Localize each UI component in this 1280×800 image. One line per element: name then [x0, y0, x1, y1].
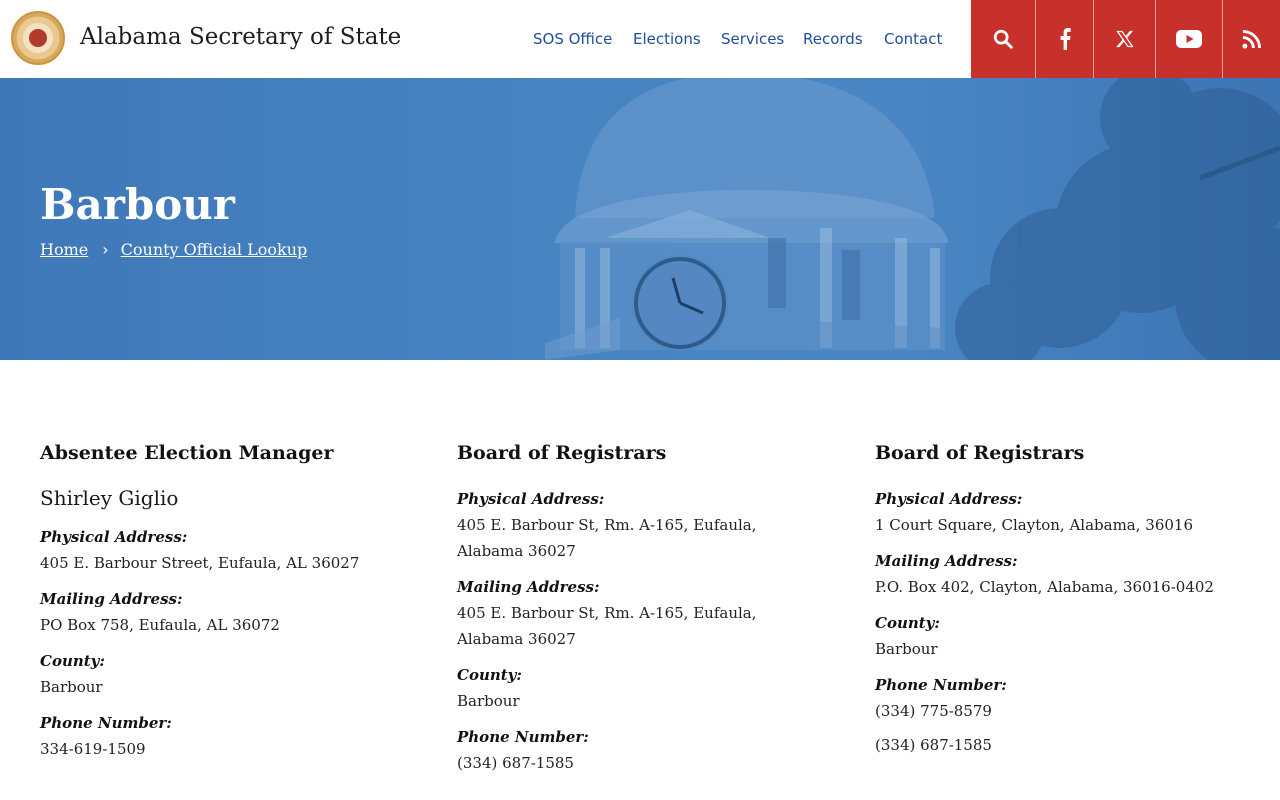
- phone-label: Phone Number:: [40, 714, 172, 732]
- phone-label: Phone Number:: [875, 676, 1007, 694]
- x-twitter-icon: [1115, 30, 1134, 48]
- phone-label: Phone Number:: [457, 728, 589, 746]
- mailing-address-label: Mailing Address:: [40, 590, 183, 608]
- nav-records[interactable]: Records: [803, 30, 863, 48]
- phone-value-secondary[interactable]: (334) 687-1585: [875, 732, 1245, 758]
- phone-value[interactable]: (334) 687-1585: [457, 750, 817, 776]
- official-name: Shirley Giglio: [40, 486, 179, 510]
- official-card-absentee-manager: Absentee Election Manager Shirley Giglio…: [40, 442, 420, 772]
- nav-sos-office[interactable]: SOS Office: [533, 30, 612, 48]
- youtube-button[interactable]: [1155, 0, 1222, 78]
- chevron-right-icon: ›: [102, 240, 109, 259]
- site-header: Alabama Secretary of State SOS Office El…: [0, 0, 1280, 78]
- breadcrumb-home[interactable]: Home: [40, 240, 88, 259]
- breadcrumb: Home › County Official Lookup: [40, 240, 307, 259]
- county-value: Barbour: [875, 640, 938, 658]
- search-icon: [993, 29, 1013, 49]
- nav-services[interactable]: Services: [721, 30, 784, 48]
- county-value: Barbour: [457, 692, 520, 710]
- rss-button[interactable]: [1222, 0, 1280, 78]
- mailing-address-label: Mailing Address:: [875, 552, 1018, 570]
- youtube-icon: [1176, 30, 1202, 48]
- facebook-icon: [1060, 28, 1071, 50]
- site-title[interactable]: Alabama Secretary of State: [80, 24, 401, 50]
- mailing-address-label: Mailing Address:: [457, 578, 600, 596]
- nav-contact[interactable]: Contact: [884, 30, 942, 48]
- nav-elections[interactable]: Elections: [633, 30, 701, 48]
- physical-address-label: Physical Address:: [875, 490, 1023, 508]
- rss-icon: [1242, 29, 1261, 49]
- seal-center: [27, 27, 49, 49]
- card-heading: Board of Registrars: [457, 442, 667, 464]
- phone-value[interactable]: (334) 775-8579: [875, 698, 1245, 724]
- hero-banner: Barbour Home › County Official Lookup: [0, 78, 1280, 360]
- county-value: Barbour: [40, 678, 103, 696]
- physical-address-label: Physical Address:: [40, 528, 188, 546]
- physical-address-value: 405 E. Barbour St, Rm. A-165, Eufaula, A…: [457, 516, 757, 560]
- page-title: Barbour: [40, 180, 235, 229]
- physical-address-value: 1 Court Square, Clayton, Alabama, 36016: [875, 516, 1193, 534]
- county-label: County:: [457, 666, 522, 684]
- x-twitter-button[interactable]: [1093, 0, 1155, 78]
- breadcrumb-county-official-lookup[interactable]: County Official Lookup: [121, 240, 308, 259]
- mailing-address-value: P.O. Box 402, Clayton, Alabama, 36016-04…: [875, 578, 1214, 596]
- state-seal-icon[interactable]: [11, 11, 65, 65]
- official-card-board-of-registrars-eufaula: Board of Registrars Physical Address: 40…: [457, 442, 817, 786]
- county-label: County:: [40, 652, 105, 670]
- social-bar: [971, 0, 1280, 78]
- card-heading: Board of Registrars: [875, 442, 1085, 464]
- county-label: County:: [875, 614, 940, 632]
- official-card-board-of-registrars-clayton: Board of Registrars Physical Address: 1 …: [875, 442, 1245, 768]
- mailing-address-value: PO Box 758, Eufaula, AL 36072: [40, 616, 280, 634]
- mailing-address-value: 405 E. Barbour St, Rm. A-165, Eufaula, A…: [457, 604, 757, 648]
- search-button[interactable]: [971, 0, 1035, 78]
- phone-value[interactable]: 334-619-1509: [40, 736, 420, 762]
- physical-address-value: 405 E. Barbour Street, Eufaula, AL 36027: [40, 554, 360, 572]
- card-heading: Absentee Election Manager: [40, 442, 334, 464]
- physical-address-label: Physical Address:: [457, 490, 605, 508]
- facebook-button[interactable]: [1035, 0, 1093, 78]
